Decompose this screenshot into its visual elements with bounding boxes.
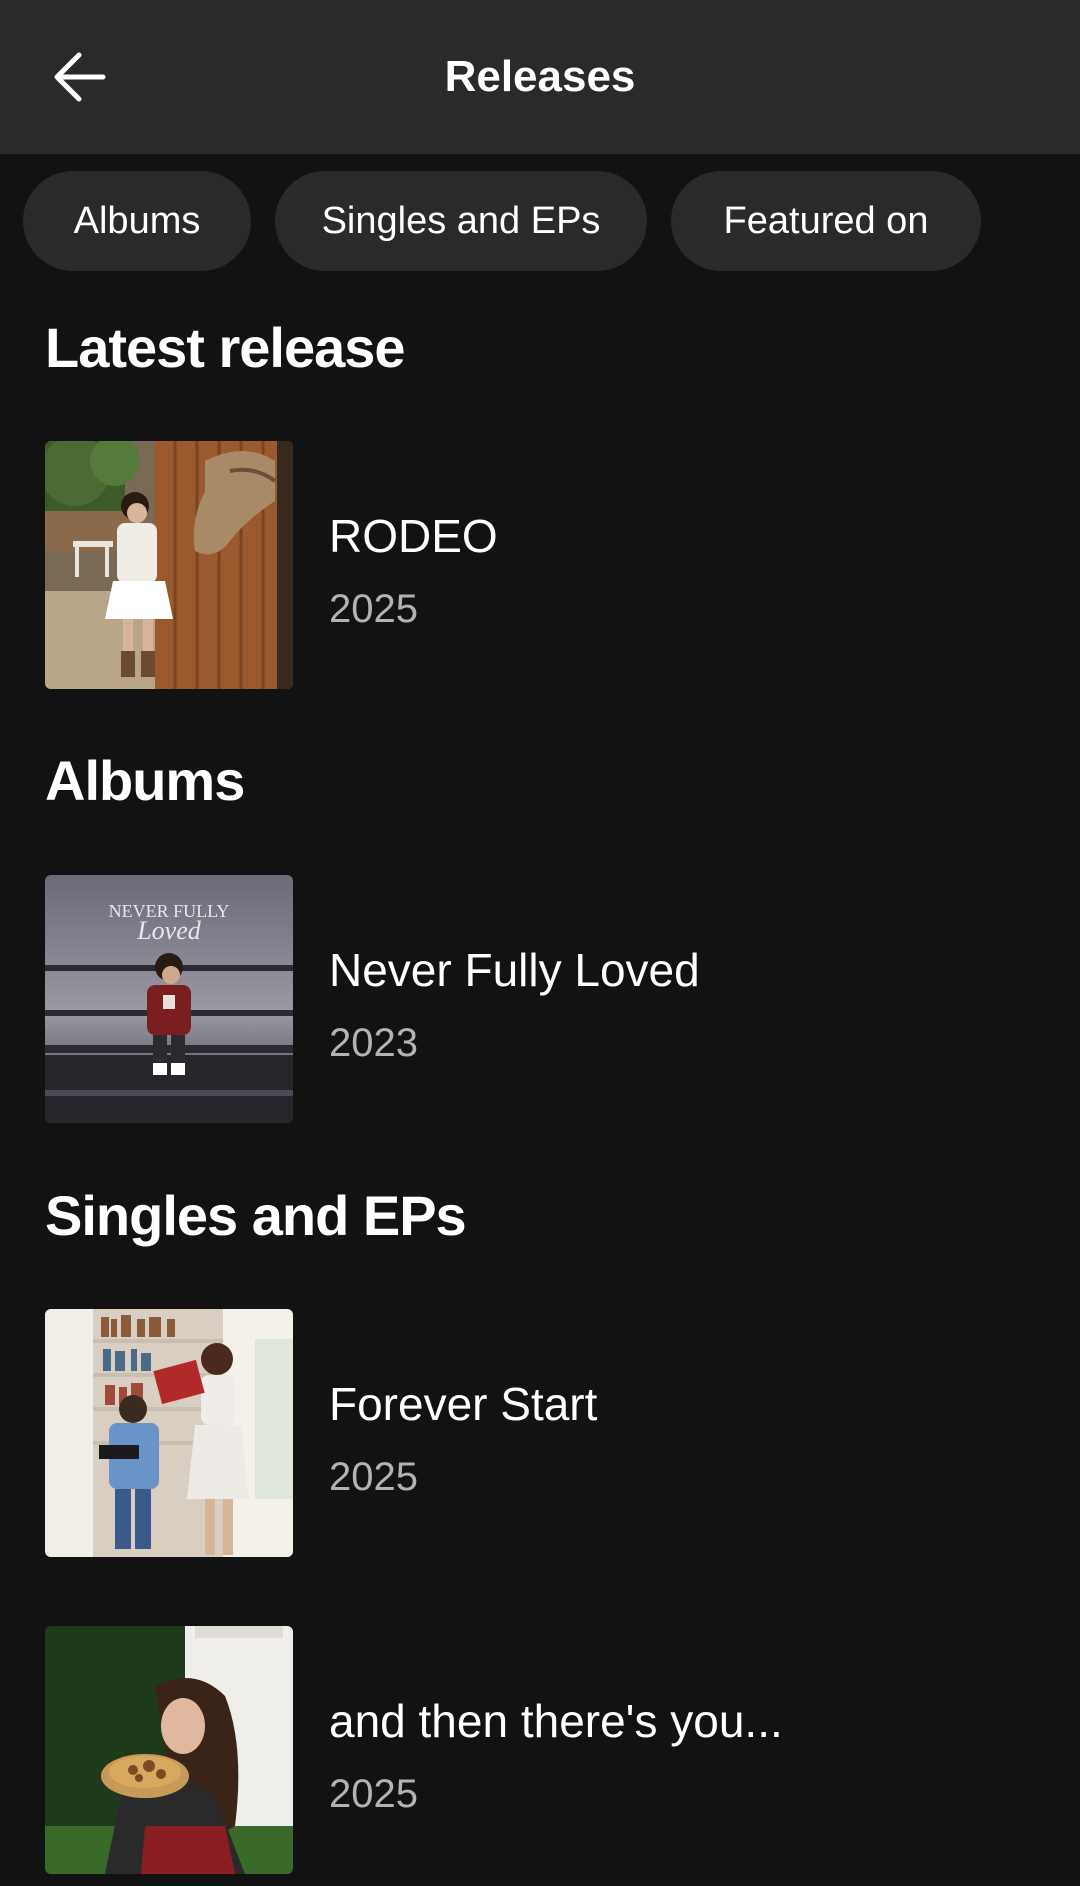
album-cover-never-fully-loved: NEVER FULLY Loved	[45, 875, 293, 1123]
album-cover-rodeo	[45, 441, 293, 689]
chip-albums[interactable]: Albums	[23, 171, 251, 271]
release-year: 2025	[329, 1772, 418, 1816]
release-item-forever-start[interactable]: Forever Start 2025	[45, 1309, 1035, 1557]
section-title-latest-release: Latest release	[45, 316, 406, 379]
release-item-never-fully-loved[interactable]: NEVER FULLY Loved Never Fully Loved 2023	[45, 875, 1035, 1123]
release-title: RODEO	[329, 510, 498, 562]
chip-singles-and-eps[interactable]: Singles and EPs	[275, 171, 647, 271]
back-button[interactable]	[34, 32, 124, 122]
release-title: Never Fully Loved	[329, 944, 700, 996]
release-item-rodeo[interactable]: RODEO 2025	[45, 441, 1035, 689]
filter-chips: Albums Singles and EPs Featured on	[23, 171, 981, 271]
chip-featured-on[interactable]: Featured on	[671, 171, 981, 271]
arrow-left-icon	[54, 52, 106, 102]
release-item-and-then-theres-you[interactable]: and then there's you... 2025	[45, 1626, 1035, 1874]
release-title: Forever Start	[329, 1378, 598, 1430]
album-cover-forever-start	[45, 1309, 293, 1557]
release-year: 2025	[329, 1455, 418, 1499]
section-title-albums: Albums	[45, 749, 245, 812]
top-bar: Releases	[0, 0, 1080, 154]
album-cover-and-then-theres-you	[45, 1626, 293, 1874]
section-title-singles-and-eps: Singles and EPs	[45, 1184, 467, 1247]
release-year: 2025	[329, 587, 418, 631]
cover-text-loved: Loved	[136, 916, 202, 945]
release-year: 2023	[329, 1021, 418, 1065]
release-title: and then there's you...	[329, 1695, 783, 1747]
page-title: Releases	[444, 52, 636, 101]
